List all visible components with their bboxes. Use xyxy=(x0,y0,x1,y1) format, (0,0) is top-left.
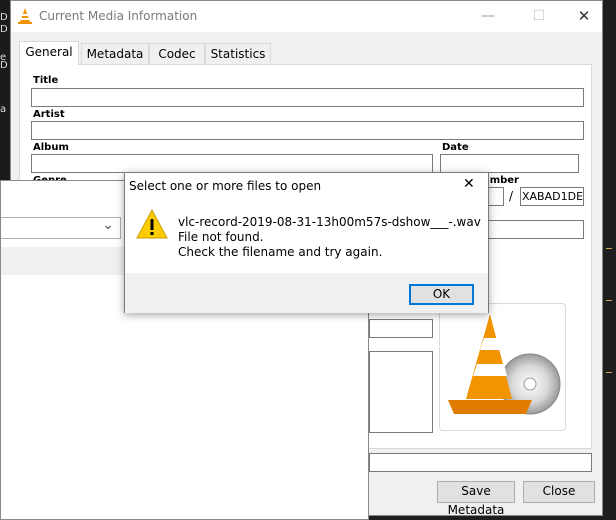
description-input[interactable] xyxy=(369,351,433,433)
vlc-cone-icon xyxy=(18,8,32,24)
window-title: Current Media Information xyxy=(39,9,198,23)
tab-label: Statistics xyxy=(210,47,266,61)
minimize-button[interactable]: — xyxy=(465,1,511,32)
dialog-button-bar: OK xyxy=(125,273,488,313)
dialog-title: Select one or more files to open xyxy=(129,179,322,193)
tab-label: General xyxy=(25,45,73,59)
dialog-message: File not found. xyxy=(178,230,264,244)
now-playing-input[interactable] xyxy=(369,453,592,472)
editor-glyph: D xyxy=(0,12,8,23)
tab-codec[interactable]: Codec xyxy=(149,43,205,64)
album-input[interactable] xyxy=(31,154,433,173)
tab-label: Codec xyxy=(158,47,196,61)
close-dialog-button[interactable]: ✕ xyxy=(463,176,475,192)
tab-statistics[interactable]: Statistics xyxy=(205,43,271,64)
editor-marker xyxy=(606,248,612,249)
date-label: Date xyxy=(442,142,469,153)
ok-button[interactable]: OK xyxy=(409,284,474,305)
artist-label: Artist xyxy=(33,109,65,120)
editor-marker xyxy=(606,372,612,373)
close-window-button[interactable]: ✕ xyxy=(561,1,607,32)
artist-input[interactable] xyxy=(31,121,584,140)
file-not-found-dialog: Select one or more files to open ✕ vlc-r… xyxy=(124,172,489,313)
editor-glyph: D xyxy=(0,24,8,35)
title-input[interactable] xyxy=(31,88,584,107)
editor-glyph: a xyxy=(0,104,7,115)
track-separator: / xyxy=(509,189,514,203)
tab-metadata[interactable]: Metadata xyxy=(81,43,149,64)
editor-marker xyxy=(606,300,612,301)
date-input[interactable] xyxy=(440,154,579,173)
window-titlebar[interactable]: Current Media Information — ☐ ✕ xyxy=(11,1,602,32)
save-metadata-button[interactable]: Save Metadata xyxy=(437,481,515,517)
editor-glyph: D xyxy=(0,60,8,71)
album-label: Album xyxy=(33,142,69,153)
maximize-button[interactable]: ☐ xyxy=(516,1,562,32)
language-input[interactable] xyxy=(369,319,433,338)
tab-label: Metadata xyxy=(86,47,144,61)
dialog-filename: vlc-record-2019-08-31-13h00m57s-dshow___… xyxy=(178,215,481,229)
close-button[interactable]: Close xyxy=(523,481,595,503)
location-combo[interactable]: ⌄ xyxy=(1,217,121,239)
album-art xyxy=(439,303,566,431)
vlc-default-art-icon xyxy=(448,314,561,415)
dialog-hint: Check the filename and try again. xyxy=(178,245,383,259)
tab-general[interactable]: General xyxy=(19,41,79,65)
chevron-down-icon: ⌄ xyxy=(102,217,114,233)
title-label: Title xyxy=(33,75,59,86)
warning-icon xyxy=(136,209,168,239)
track-total-input[interactable]: XABAD1DEA xyxy=(520,187,584,206)
